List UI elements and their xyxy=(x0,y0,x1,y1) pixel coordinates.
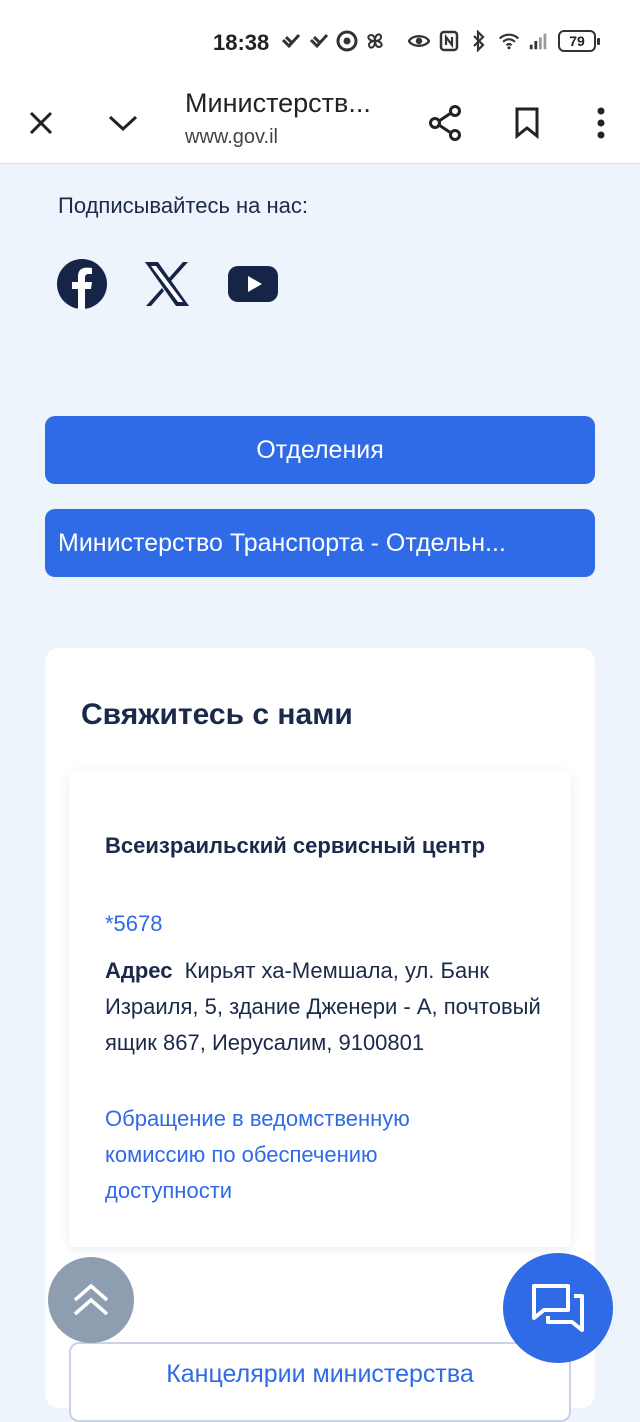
status-notification-icons xyxy=(280,30,386,52)
contact-title: Свяжитесь с нами xyxy=(81,698,353,731)
battery-indicator: 79 xyxy=(558,30,600,52)
bookmark-icon xyxy=(515,107,539,139)
chrome-icon xyxy=(336,30,358,52)
share-icon xyxy=(429,105,461,141)
x-link[interactable] xyxy=(141,258,193,310)
status-system-icons: 79 xyxy=(408,30,600,52)
status-bar: 18:38 79 xyxy=(0,0,640,82)
service-center-phone[interactable]: *5678 xyxy=(105,911,163,937)
facebook-icon xyxy=(57,259,107,309)
more-options-button[interactable] xyxy=(576,98,626,148)
ministry-department-button-label: Министерство Транспорта - Отдельн... xyxy=(58,528,506,557)
service-center-name: Всеизраильский сервисный центр xyxy=(105,833,486,858)
close-tab-button[interactable] xyxy=(16,98,66,148)
page-url[interactable]: www.gov.il xyxy=(185,126,278,149)
departments-button[interactable]: Отделения xyxy=(45,416,595,484)
bluetooth-icon xyxy=(468,30,490,52)
double-chevron-up-icon xyxy=(73,1283,109,1316)
browser-toolbar: Министерств... www.gov.il xyxy=(0,82,640,164)
service-center-address: Адрес Кирьят ха-Мемшала, ул. Банк Израил… xyxy=(105,953,545,1061)
eye-icon xyxy=(408,30,430,52)
chat-button[interactable] xyxy=(503,1253,613,1363)
ministry-offices-button[interactable]: Канцелярии министерства xyxy=(69,1342,571,1422)
accessibility-commission-link[interactable]: Обращение в ведомственную комиссию по об… xyxy=(105,1101,505,1209)
share-button[interactable] xyxy=(420,98,470,148)
cell-signal-icon xyxy=(528,30,550,52)
departments-button-label: Отделения xyxy=(256,435,384,464)
chat-icon xyxy=(532,1284,584,1332)
wifi-icon xyxy=(498,30,520,52)
status-time: 18:38 xyxy=(213,30,270,55)
nfc-icon xyxy=(438,30,460,52)
ministry-department-button[interactable]: Министерство Транспорта - Отдельн... xyxy=(45,509,595,577)
chevron-down-icon xyxy=(108,115,138,132)
signal-app-icon xyxy=(308,30,330,52)
x-icon xyxy=(145,262,189,306)
youtube-icon xyxy=(228,266,278,302)
follow-us-label: Подписывайтесь на нас: xyxy=(58,193,309,218)
scroll-to-top-button[interactable] xyxy=(48,1257,134,1343)
minimize-button[interactable] xyxy=(98,98,148,148)
page-title: Министерств... xyxy=(185,88,371,118)
fan-icon xyxy=(364,30,386,52)
youtube-link[interactable] xyxy=(227,258,279,310)
service-center-card: Всеизраильский сервисный центр *5678 Адр… xyxy=(69,771,571,1247)
address-label: Адрес xyxy=(105,958,173,983)
more-vert-icon xyxy=(597,107,605,139)
close-icon xyxy=(29,111,53,135)
bookmark-button[interactable] xyxy=(502,98,552,148)
signal-app-icon xyxy=(280,30,302,52)
facebook-link[interactable] xyxy=(56,258,108,310)
